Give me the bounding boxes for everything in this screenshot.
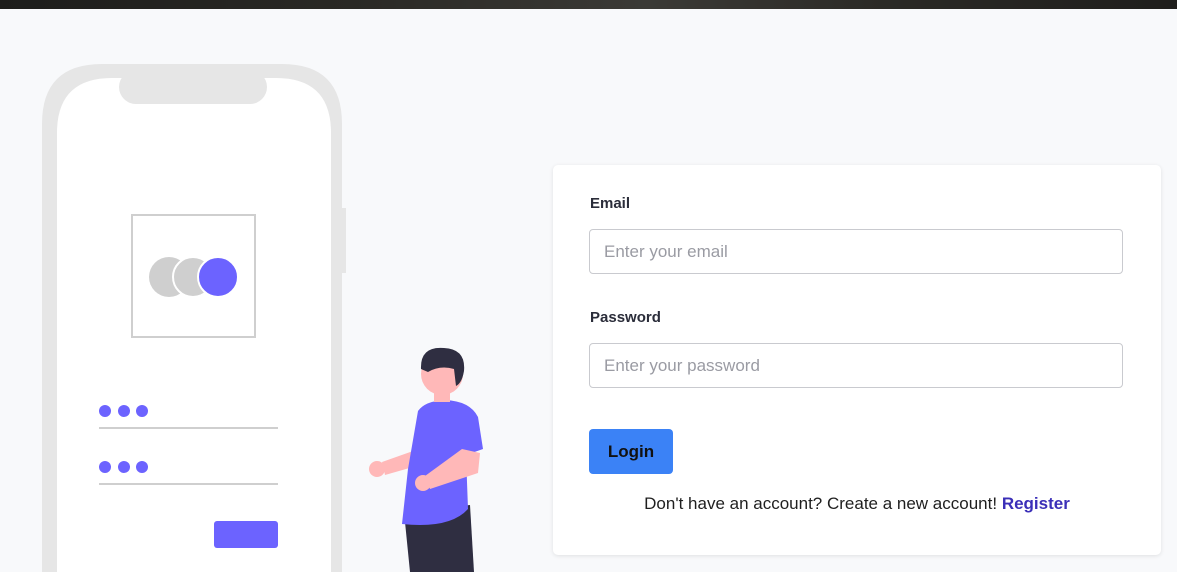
email-input[interactable]	[589, 229, 1123, 274]
mock-button-icon	[214, 521, 278, 548]
login-button[interactable]: Login	[589, 429, 673, 474]
register-prompt-row: Don't have an account? Create a new acco…	[553, 494, 1161, 514]
password-label: Password	[590, 309, 661, 326]
app-logo-icon	[131, 214, 256, 338]
login-illustration	[42, 64, 483, 572]
password-input[interactable]	[589, 343, 1123, 388]
register-prompt-text: Don't have an account? Create a new acco…	[644, 494, 998, 513]
person-illustration-icon	[369, 347, 483, 572]
register-link[interactable]: Register	[1002, 494, 1070, 513]
top-banner-strip	[0, 0, 1177, 9]
email-label: Email	[590, 195, 631, 212]
login-card: Email Password Login Don't have an accou…	[553, 165, 1161, 555]
